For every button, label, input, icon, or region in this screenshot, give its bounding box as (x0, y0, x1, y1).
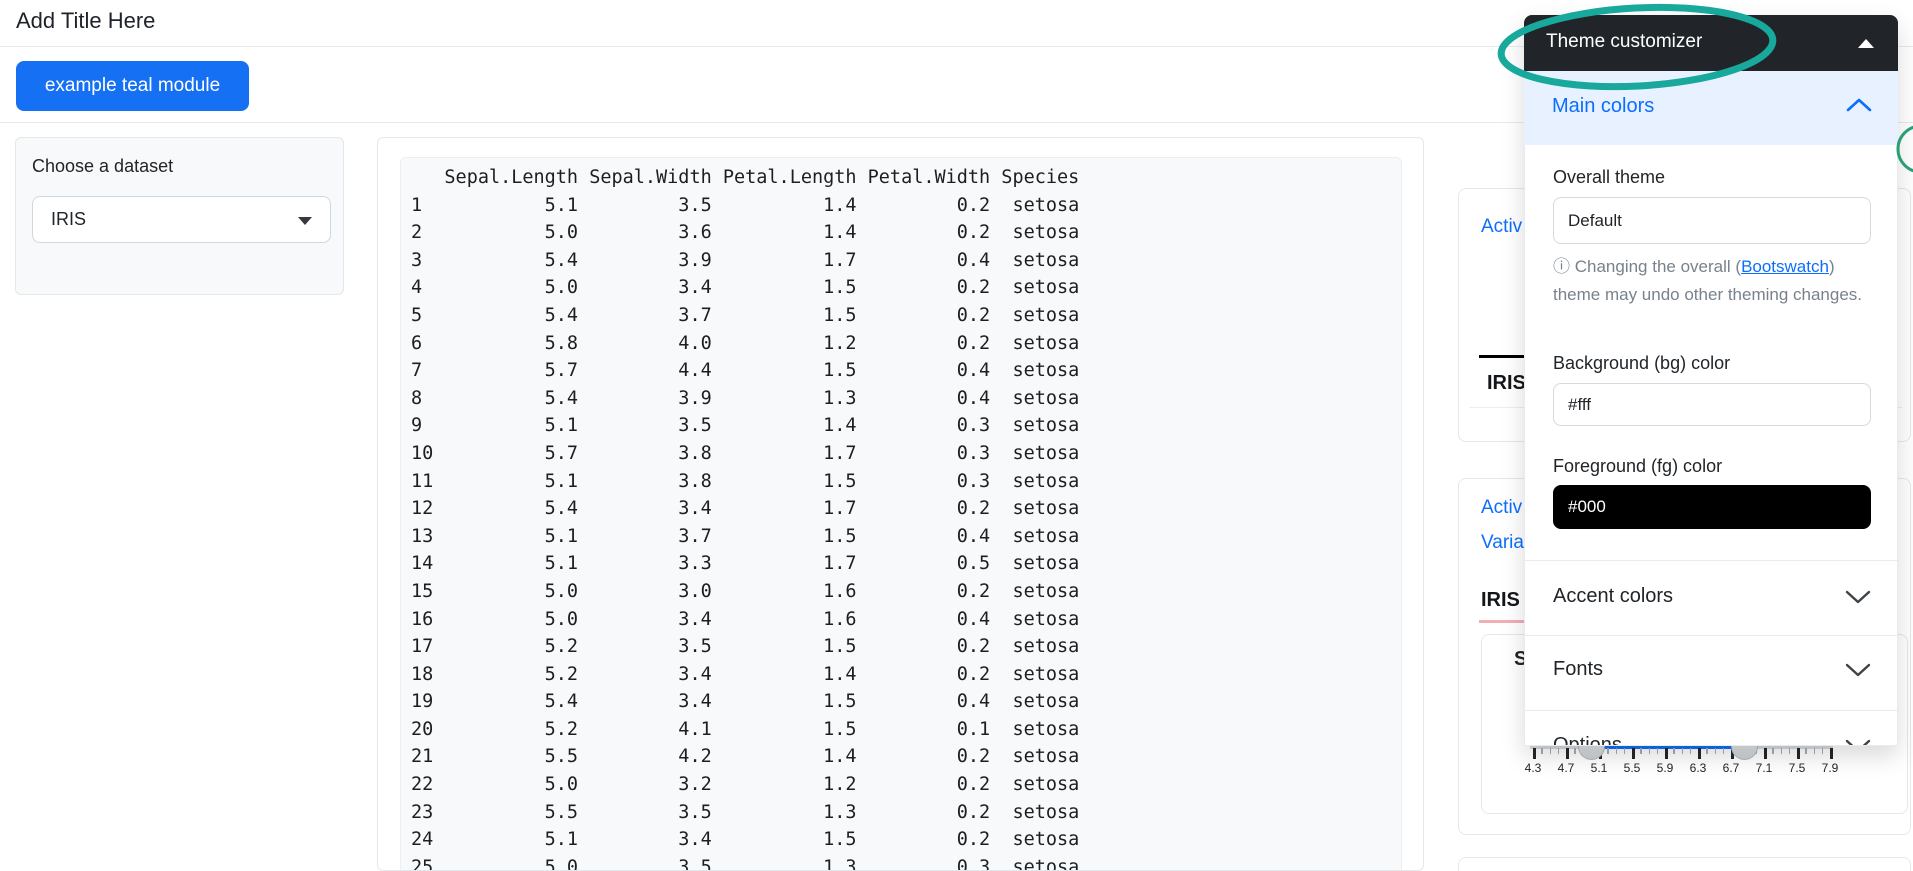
divider (1525, 560, 1897, 561)
main-colors-label: Main colors (1552, 95, 1654, 118)
fg-color-input[interactable] (1553, 485, 1871, 529)
table-card: Sepal.Length Sepal.Width Petal.Length Pe… (377, 137, 1424, 871)
example-teal-module-button[interactable]: example teal module (16, 61, 249, 111)
slider-tick (1632, 748, 1635, 759)
slider-minor-tick (1706, 748, 1708, 754)
slider-minor-tick (1814, 748, 1816, 754)
slider-tick (1665, 748, 1668, 759)
chevron-down-icon[interactable] (298, 217, 312, 225)
info-icon: ⓘ (1553, 257, 1570, 276)
slider-minor-tick (1789, 748, 1791, 754)
bottom-right-card (1458, 857, 1911, 871)
slider-minor-tick (1640, 748, 1642, 754)
tab-active-filter[interactable]: Activ (1481, 497, 1522, 519)
slider-minor-tick (1657, 748, 1659, 754)
divider (1525, 710, 1897, 711)
slider-minor-tick (1624, 748, 1626, 754)
slider-tick-label: 7.5 (1780, 761, 1814, 775)
slider-tick-label: 7.9 (1813, 761, 1847, 775)
fonts-label: Fonts (1553, 658, 1603, 681)
slider-minor-tick (1805, 748, 1807, 754)
slider-tick-label: 4.7 (1549, 761, 1583, 775)
slider-minor-tick (1781, 748, 1783, 754)
theme-customizer-panel: Theme customizer Main colors Overall the… (1524, 15, 1898, 746)
dataset-tab-iris[interactable]: IRIS (1487, 372, 1526, 395)
options-label: Options (1553, 734, 1622, 746)
bootswatch-link[interactable]: Bootswatch (1741, 257, 1829, 276)
tab-active-filter[interactable]: Activ (1481, 216, 1522, 238)
dataset-select-value: IRIS (51, 209, 86, 230)
overall-theme-input[interactable] (1553, 197, 1871, 244)
accent-colors-label: Accent colors (1553, 585, 1673, 608)
chevron-down-icon[interactable] (1845, 590, 1871, 605)
bg-color-label: Background (bg) color (1553, 353, 1730, 374)
chevron-down-icon[interactable] (1845, 739, 1871, 746)
slider-minor-tick (1673, 748, 1675, 754)
main-colors-section-header[interactable]: Main colors (1524, 71, 1898, 145)
chevron-up-icon[interactable] (1846, 97, 1872, 113)
slider-minor-tick (1558, 748, 1560, 754)
dataset-tab-iris[interactable]: IRIS (1481, 589, 1520, 612)
slider-minor-tick (1607, 748, 1609, 754)
bg-color-input[interactable] (1553, 383, 1871, 426)
slider-tick (1533, 748, 1536, 759)
slider-minor-tick (1649, 748, 1651, 754)
theme-note: ⓘ Changing the overall (Bootswatch) them… (1553, 253, 1877, 309)
slider-minor-tick (1682, 748, 1684, 754)
slider-tick-label: 5.5 (1615, 761, 1649, 775)
slider-minor-tick (1541, 748, 1543, 754)
slider-tick (1698, 748, 1701, 759)
slider-tick-label: 5.9 (1648, 761, 1682, 775)
chevron-down-icon[interactable] (1845, 663, 1871, 678)
green-circle-annotation (1898, 126, 1913, 172)
theme-customizer-header[interactable]: Theme customizer (1524, 15, 1898, 71)
theme-customizer-title: Theme customizer (1546, 31, 1702, 53)
slider-minor-tick (1574, 748, 1576, 754)
slider-tick (1797, 748, 1800, 759)
slider-tick (1764, 748, 1767, 759)
page-title: Add Title Here (16, 8, 155, 34)
slider-tick-label: 5.1 (1582, 761, 1616, 775)
dataset-chooser-card: Choose a dataset IRIS (15, 137, 344, 295)
slider-tick-label: 6.3 (1681, 761, 1715, 775)
theme-customizer-body: Overall theme ⓘ Changing the overall (Bo… (1524, 145, 1898, 746)
slider-minor-tick (1822, 748, 1824, 754)
slider-minor-tick (1772, 748, 1774, 754)
fg-color-label: Foreground (fg) color (1553, 456, 1722, 477)
slider-tick-label: 7.1 (1747, 761, 1781, 775)
slider-tick (1566, 748, 1569, 759)
slider-minor-tick (1723, 748, 1725, 754)
slider-minor-tick (1550, 748, 1552, 754)
slider-tick (1830, 748, 1833, 759)
slider-tick-label: 6.7 (1714, 761, 1748, 775)
slider-minor-tick (1616, 748, 1618, 754)
divider (1525, 635, 1897, 636)
slider-tick-label: 4.3 (1516, 761, 1550, 775)
tab-variable-browser[interactable]: Varia (1481, 532, 1524, 554)
slider-minor-tick (1715, 748, 1717, 754)
dataset-chooser-label: Choose a dataset (32, 156, 173, 177)
slider-minor-tick (1690, 748, 1692, 754)
collapse-caret-icon[interactable] (1858, 39, 1874, 48)
verbatim-output-box: Sepal.Length Sepal.Width Petal.Length Pe… (400, 157, 1402, 871)
iris-table-output: Sepal.Length Sepal.Width Petal.Length Pe… (401, 158, 1401, 871)
dataset-select[interactable]: IRIS (32, 196, 331, 243)
overall-theme-label: Overall theme (1553, 167, 1665, 188)
